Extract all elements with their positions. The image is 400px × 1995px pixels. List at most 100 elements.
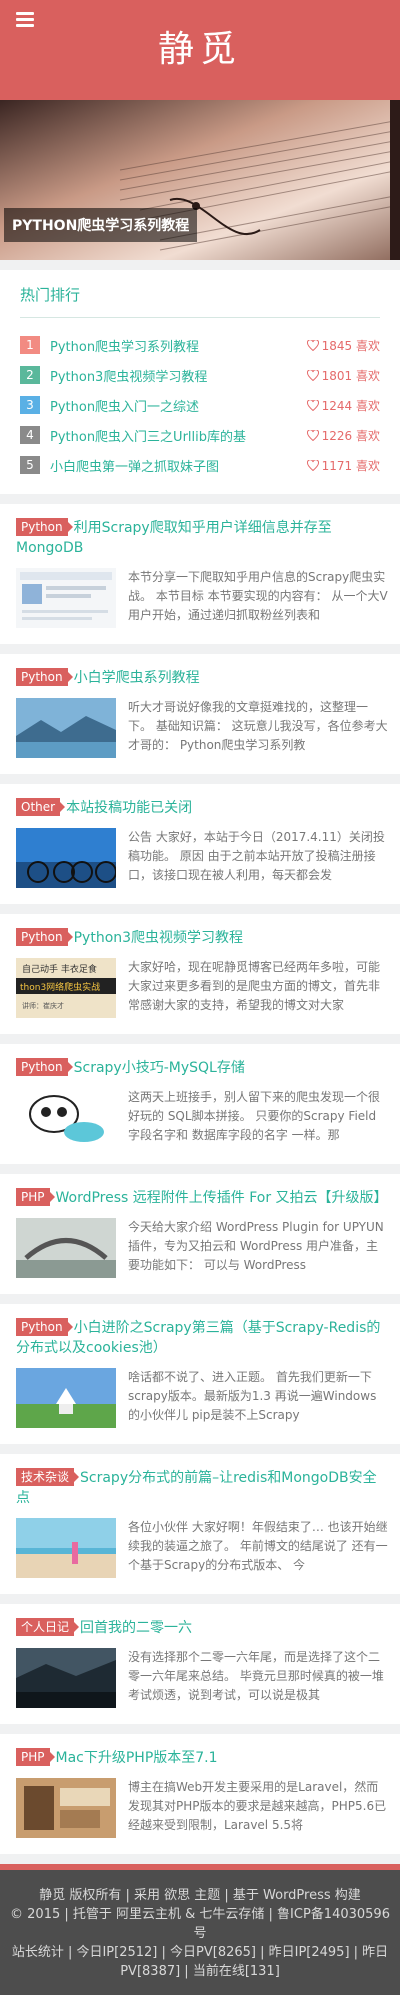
- likes-label: 1845 喜欢: [321, 338, 380, 353]
- category-tag[interactable]: Python: [16, 518, 73, 536]
- post-excerpt: 本节分享一下爬取知乎用户信息的Scrapy爬虫实战。 本节目标 本节要实现的内容…: [128, 570, 388, 622]
- post-heading: Python 利用Scrapy爬取知乎用户详细信息并存至MongoDB: [16, 518, 388, 558]
- site-title[interactable]: 静觅: [0, 0, 400, 100]
- site-footer: 静觅 版权所有 | 采用 欲思 主题 | 基于 WordPress 构建 © 2…: [0, 1864, 400, 1995]
- likes-count[interactable]: 1171 喜欢: [306, 457, 380, 474]
- rank-badge: 5: [20, 456, 40, 474]
- post-title-link[interactable]: 回首我的二零一六: [80, 1620, 192, 1636]
- category-tag[interactable]: PHP: [16, 1188, 54, 1206]
- post-excerpt: 大家好哈，现在呢静觅博客已经两年多啦，可能大家过来更多看到的是爬虫方面的博文，首…: [128, 960, 381, 1012]
- post-thumbnail[interactable]: [16, 1778, 116, 1838]
- post-card: Python 利用Scrapy爬取知乎用户详细信息并存至MongoDB 本节分享一下…: [0, 504, 400, 644]
- post-excerpt: 啥话都不说了、进入正题。 首先我们更新一下scrapy版本。最新版为1.3 再说…: [128, 1370, 377, 1422]
- category-tag[interactable]: 个人日记: [16, 1618, 80, 1636]
- hot-item-link[interactable]: Python爬虫入门一之综述: [50, 396, 299, 415]
- hot-list: 1 Python爬虫学习系列教程 1845 喜欢 2 Python3爬虫视频学习教程 18…: [20, 330, 380, 480]
- footer-stats: 站长统计 | 今日IP[2512] | 今日PV[8265] | 昨日IP[24…: [11, 1945, 389, 1979]
- hot-item[interactable]: 5 小白爬虫第一弹之抓取妹子图 1171 喜欢: [20, 450, 380, 480]
- hot-item[interactable]: 3 Python爬虫入门一之综述 1244 喜欢: [20, 390, 380, 420]
- post-excerpt: 没有选择那个二零一六年尾，而是选择了这个二零一六年尾来总结。 毕竟元旦那时候真的…: [128, 1650, 384, 1702]
- post-heading: PHP Mac下升级PHP版本至7.1: [16, 1748, 388, 1768]
- menu-icon[interactable]: [16, 12, 34, 28]
- post-thumbnail[interactable]: [16, 1648, 116, 1708]
- heart-icon: [306, 399, 319, 411]
- rank-badge: 1: [20, 336, 40, 354]
- heart-icon: [306, 429, 319, 441]
- footer-copyright: 静觅 版权所有 | 采用 欲思 主题 | 基于 WordPress 构建: [39, 1888, 361, 1903]
- post-excerpt: 听大才哥说好像我的文章挺难找的，这整理一下。 基础知识篇： 这玩意儿我没写，各位…: [128, 700, 388, 752]
- category-tag[interactable]: PHP: [16, 1748, 54, 1766]
- post-title-link[interactable]: 本站投稿功能已关闭: [66, 800, 192, 816]
- footer-hosting: © 2015 | 托管于 阿里云主机 & 七牛云存储 | 鲁ICP备140305…: [10, 1907, 390, 1941]
- post-heading: Other 本站投稿功能已关闭: [16, 798, 388, 818]
- likes-label: 1244 喜欢: [321, 398, 380, 413]
- likes-label: 1226 喜欢: [321, 428, 380, 443]
- post-thumbnail[interactable]: 自己动手 丰衣足食 thon3网络爬虫实战 讲师：崔庆才: [16, 958, 116, 1018]
- post-card: 个人日记 回首我的二零一六没有选择那个二零一六年尾，而是选择了这个二零一六年尾来总…: [0, 1604, 400, 1724]
- hot-item-link[interactable]: Python3爬虫视频学习教程: [50, 366, 299, 385]
- post-heading: 个人日记 回首我的二零一六: [16, 1618, 388, 1638]
- hot-item[interactable]: 2 Python3爬虫视频学习教程 1801 喜欢: [20, 360, 380, 390]
- post-thumbnail[interactable]: [16, 568, 116, 628]
- category-tag[interactable]: Other: [16, 798, 66, 816]
- post-thumbnail[interactable]: [16, 1088, 116, 1148]
- post-card: 技术杂谈 Scrapy分布式的前篇–让redis和MongoDB安全点 各位小伙伴 …: [0, 1454, 400, 1594]
- likes-label: 1171 喜欢: [321, 458, 380, 473]
- hot-item-link[interactable]: Python爬虫学习系列教程: [50, 336, 299, 355]
- svg-text:自己动手 丰衣足食: 自己动手 丰衣足食: [22, 963, 97, 975]
- post-card: Python Python3爬虫视频学习教程自己动手 丰衣足食 thon3网络爬虫实…: [0, 914, 400, 1034]
- post-thumbnail[interactable]: [16, 828, 116, 888]
- post-card: Python 小白学爬虫系列教程听大才哥说好像我的文章挺难找的，这整理一下。 基础…: [0, 654, 400, 774]
- hot-item-link[interactable]: Python爬虫入门三之Urllib库的基: [50, 426, 299, 445]
- category-tag[interactable]: Python: [16, 928, 73, 946]
- hot-ranking-title: 热门排行: [20, 284, 380, 318]
- likes-count[interactable]: 1244 喜欢: [306, 397, 380, 414]
- post-thumbnail[interactable]: [16, 1218, 116, 1278]
- featured-slide[interactable]: PYTHON爬虫学习系列教程: [0, 100, 400, 260]
- hot-item[interactable]: 1 Python爬虫学习系列教程 1845 喜欢: [20, 330, 380, 360]
- post-title-link[interactable]: Scrapy小技巧-MySQL存储: [74, 1060, 245, 1076]
- featured-caption[interactable]: PYTHON爬虫学习系列教程: [4, 208, 198, 242]
- post-title-link[interactable]: 小白学爬虫系列教程: [74, 670, 200, 686]
- rank-badge: 2: [20, 366, 40, 384]
- post-card: Python Scrapy小技巧-MySQL存储 这两天上班接手，别人留下来的爬虫发…: [0, 1044, 400, 1164]
- post-card: Other 本站投稿功能已关闭公告 大家好，本站于今日（2017.4.11）关闭投…: [0, 784, 400, 904]
- likes-count[interactable]: 1845 喜欢: [306, 337, 380, 354]
- likes-count[interactable]: 1801 喜欢: [306, 367, 380, 384]
- post-thumbnail[interactable]: [16, 698, 116, 758]
- category-tag[interactable]: Python: [16, 668, 73, 686]
- post-card: PHP Mac下升级PHP版本至7.1 博主在搞Web开发主要采用的是Laravel…: [0, 1734, 400, 1854]
- post-excerpt: 博主在搞Web开发主要采用的是Laravel，然而发现其对PHP版本的要求是越来…: [128, 1780, 387, 1832]
- post-thumbnail[interactable]: [16, 1518, 116, 1578]
- post-excerpt: 公告 大家好，本站于今日（2017.4.11）关闭投稿功能。 原因 由于之前本站…: [128, 830, 385, 882]
- hot-item[interactable]: 4 Python爬虫入门三之Urllib库的基 1226 喜欢: [20, 420, 380, 450]
- post-heading: Python Scrapy小技巧-MySQL存储: [16, 1058, 388, 1078]
- post-heading: Python Python3爬虫视频学习教程: [16, 928, 388, 948]
- category-tag[interactable]: Python: [16, 1058, 73, 1076]
- post-card: PHP WordPress 远程附件上传插件 For 又拍云【升级版】今天给大家介…: [0, 1174, 400, 1294]
- likes-label: 1801 喜欢: [321, 368, 380, 383]
- hot-ranking: 热门排行 1 Python爬虫学习系列教程 1845 喜欢 2 Python3爬虫视频学…: [0, 270, 400, 494]
- post-thumbnail[interactable]: [16, 1368, 116, 1428]
- post-heading: 技术杂谈 Scrapy分布式的前篇–让redis和MongoDB安全点: [16, 1468, 388, 1508]
- heart-icon: [306, 369, 319, 381]
- post-list: Python 利用Scrapy爬取知乎用户详细信息并存至MongoDB 本节分享一下…: [0, 504, 400, 1854]
- post-excerpt: 今天给大家介绍 WordPress Plugin for UPYUN 插件，专为…: [128, 1220, 384, 1272]
- post-title-link[interactable]: WordPress 远程附件上传插件 For 又拍云【升级版】: [56, 1190, 388, 1206]
- svg-text:thon3网络爬虫实战: thon3网络爬虫实战: [20, 981, 100, 993]
- likes-count[interactable]: 1226 喜欢: [306, 427, 380, 444]
- post-heading: Python 小白学爬虫系列教程: [16, 668, 388, 688]
- hot-item-link[interactable]: 小白爬虫第一弹之抓取妹子图: [50, 456, 299, 475]
- category-tag[interactable]: 技术杂谈: [16, 1468, 80, 1486]
- rank-badge: 4: [20, 426, 40, 444]
- svg-text:讲师：崔庆才: 讲师：崔庆才: [22, 1001, 64, 1010]
- post-card: Python 小白进阶之Scrapy第三篇（基于Scrapy-Redis的分布式以…: [0, 1304, 400, 1444]
- heart-icon: [306, 339, 319, 351]
- post-title-link[interactable]: Mac下升级PHP版本至7.1: [56, 1750, 218, 1766]
- post-heading: PHP WordPress 远程附件上传插件 For 又拍云【升级版】: [16, 1188, 388, 1208]
- rank-badge: 3: [20, 396, 40, 414]
- heart-icon: [306, 459, 319, 471]
- post-title-link[interactable]: Python3爬虫视频学习教程: [74, 930, 243, 946]
- site-header: 静觅: [0, 0, 400, 100]
- category-tag[interactable]: Python: [16, 1318, 73, 1336]
